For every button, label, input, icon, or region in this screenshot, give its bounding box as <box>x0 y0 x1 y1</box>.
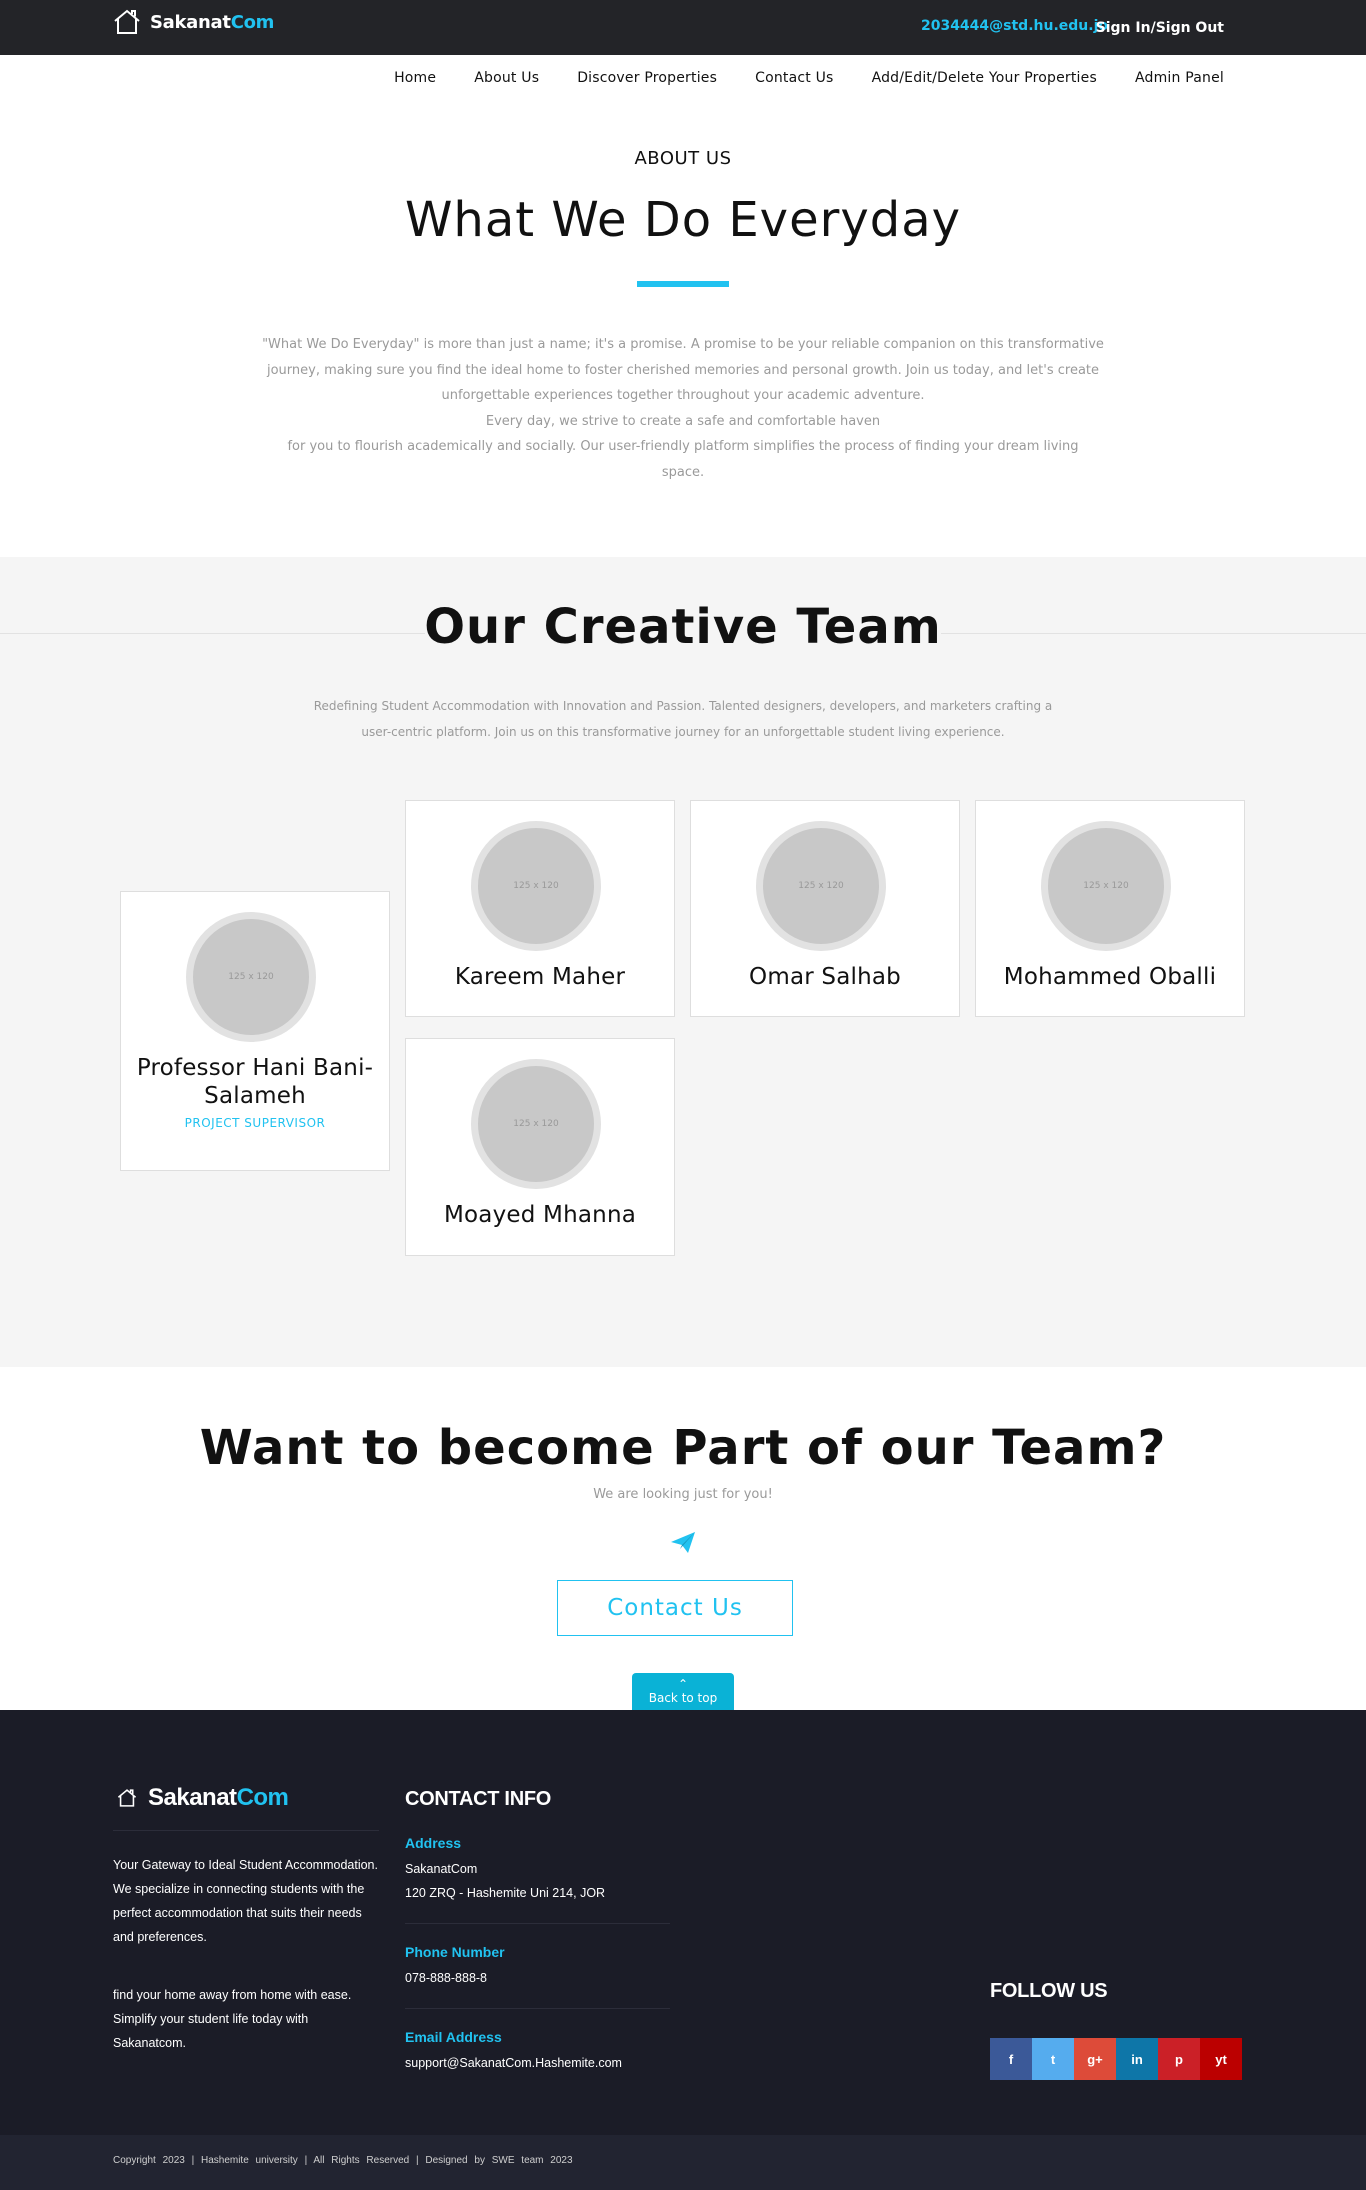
house-icon <box>117 1789 137 1807</box>
member-name: Kareem Maher <box>454 964 626 990</box>
phone-value: 078-888-888-8 <box>405 1971 488 1985</box>
avatar: 125 x 120 <box>756 821 886 951</box>
footer-about-text: find your home away from home with ease.… <box>113 1988 352 2050</box>
paper-plane-icon <box>671 1532 695 1553</box>
member-name: Mohammed Oballi <box>1003 964 1217 990</box>
nav-manage-properties[interactable]: Add/Edit/Delete Your Properties <box>872 70 1097 86</box>
avatar: 125 x 120 <box>186 912 316 1042</box>
member-name: Professor Hani Bani-Salameh <box>136 1055 374 1109</box>
join-title: Want to become Part of our Team? <box>199 1420 1167 1476</box>
address-label: Address <box>405 1835 462 1851</box>
about-description: "What We Do Everyday" is more than just … <box>262 337 1104 480</box>
about-title: What We Do Everyday <box>404 192 962 248</box>
page: SakanatCom 2034444@std.hu.edu.jo Sign In… <box>0 0 1366 2190</box>
member-name: Omar Salhab <box>749 964 901 990</box>
about-kicker: ABOUT US <box>634 148 732 169</box>
facebook-icon[interactable]: f <box>990 2038 1032 2080</box>
nav-admin[interactable]: Admin Panel <box>1135 70 1224 86</box>
footer-brand-name: SakanatCom <box>148 1784 289 1811</box>
email-value[interactable]: support@SakanatCom.Hashemite.com <box>405 2051 675 2075</box>
team-card-supervisor: 125 x 120 Professor Hani Bani-Salameh PR… <box>120 891 390 1171</box>
nav-discover[interactable]: Discover Properties <box>577 70 717 86</box>
main-nav: Home About Us Discover Properties Contac… <box>394 70 1224 86</box>
contact-separator <box>405 2008 670 2009</box>
address-line: SakanatCom <box>405 1862 478 1876</box>
email-label: Email Address <box>405 2029 502 2045</box>
team-card: 125 x 120 Omar Salhab <box>690 800 960 1017</box>
footer: SakanatCom Your Gateway to Ideal Student… <box>0 1710 1366 2135</box>
house-icon <box>114 9 140 34</box>
brand-name: SakanatCom <box>150 11 275 33</box>
team-title: Our Creative Team <box>424 599 942 655</box>
social-links: f t g+ in p yt <box>990 2038 1242 2080</box>
title-divider <box>637 281 729 287</box>
avatar: 125 x 120 <box>1041 821 1171 951</box>
youtube-icon[interactable]: yt <box>1200 2038 1242 2080</box>
footer-divider <box>113 1830 379 1831</box>
member-role: PROJECT SUPERVISOR <box>184 1116 326 1130</box>
team-section: Our Creative Team Redefining Student Acc… <box>0 557 1366 1367</box>
member-name: Moayed Mhanna <box>443 1202 637 1228</box>
twitter-icon[interactable]: t <box>1032 2038 1074 2080</box>
contact-info: CONTACT INFO Address SakanatCom 120 ZRQ … <box>405 1788 675 2075</box>
back-to-top-label: Back to top <box>648 1691 718 1705</box>
nav-contact[interactable]: Contact Us <box>755 70 833 86</box>
nav-home[interactable]: Home <box>394 70 436 86</box>
nav-about[interactable]: About Us <box>474 70 539 86</box>
google-plus-icon[interactable]: g+ <box>1074 2038 1116 2080</box>
team-card: 125 x 120 Kareem Maher <box>405 800 675 1017</box>
contact-info-title: CONTACT INFO <box>405 1788 552 1810</box>
top-bar: SakanatCom 2034444@std.hu.edu.jo Sign In… <box>0 0 1366 55</box>
team-card: 125 x 120 Mohammed Oballi <box>975 800 1245 1017</box>
brand-logo[interactable]: SakanatCom <box>112 8 274 36</box>
linkedin-icon[interactable]: in <box>1116 2038 1158 2080</box>
follow-us-title: FOLLOW US <box>990 1980 1108 2002</box>
pinterest-icon[interactable]: p <box>1158 2038 1200 2080</box>
phone-label: Phone Number <box>405 1944 505 1960</box>
chevron-up-icon: ⌃ <box>677 1677 689 1691</box>
sign-in-link[interactable]: Sign In/Sign Out <box>1096 20 1224 36</box>
back-to-top-button[interactable]: ⌃ Back to top <box>632 1673 734 1711</box>
user-email-link[interactable]: 2034444@std.hu.edu.jo <box>921 18 1108 34</box>
copyright-bar: Copyright 2023 | Hashemite university | … <box>0 2135 1366 2190</box>
footer-about: Your Gateway to Ideal Student Accommodat… <box>113 1853 383 2055</box>
contact-separator <box>405 1923 670 1924</box>
team-card: 125 x 120 Moayed Mhanna <box>405 1038 675 1256</box>
join-subtitle: We are looking just for you! <box>593 1487 773 1502</box>
footer-about-text: Your Gateway to Ideal Student Accommodat… <box>113 1858 378 1944</box>
team-subtitle: Redefining Student Accommodation with In… <box>313 699 1053 739</box>
avatar: 125 x 120 <box>471 821 601 951</box>
copyright-text: Copyright 2023 | Hashemite university | … <box>113 2155 573 2166</box>
address-line: 120 ZRQ - Hashemite Uni 214, JOR <box>405 1886 606 1900</box>
avatar: 125 x 120 <box>471 1059 601 1189</box>
footer-brand[interactable]: SakanatCom <box>116 1784 289 1812</box>
contact-us-button[interactable]: Contact Us <box>557 1580 793 1636</box>
